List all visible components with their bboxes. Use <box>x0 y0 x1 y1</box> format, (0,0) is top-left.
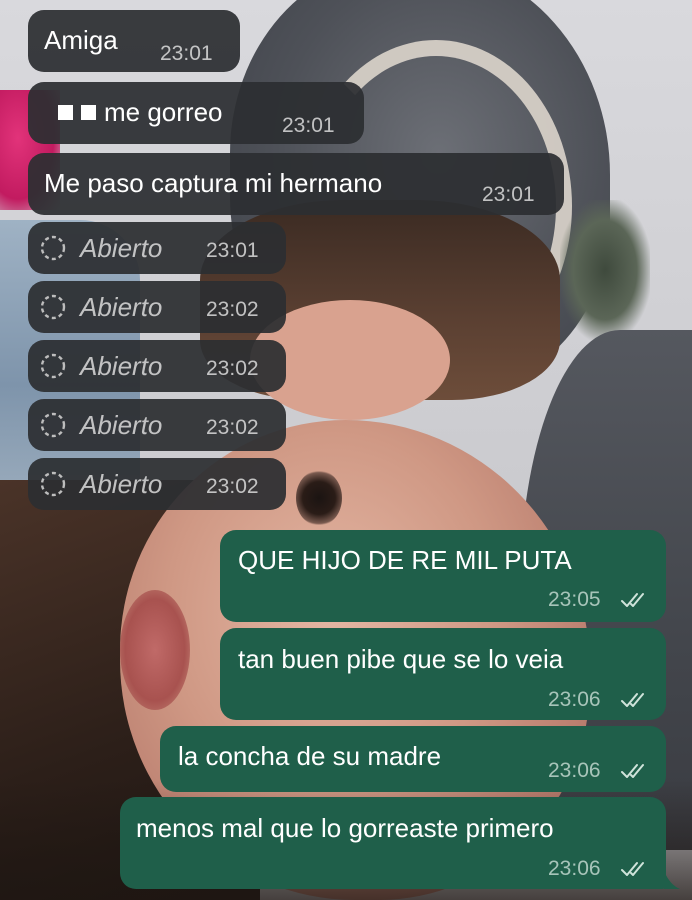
wallpaper-detail <box>296 470 342 526</box>
message-text: Abierto <box>80 469 163 499</box>
message-time: 23:06 <box>548 688 601 711</box>
message-time: 23:02 <box>206 475 259 498</box>
view-once-opened-bubble[interactable]: Abierto 23:01 <box>28 222 286 274</box>
view-once-icon <box>40 471 66 497</box>
message-time: 23:01 <box>282 114 335 137</box>
message-text: la concha de su madre <box>178 741 442 771</box>
message-text: tan buen pibe que se lo veia <box>238 644 564 674</box>
message-time: 23:02 <box>206 357 259 380</box>
message-bubble-outgoing[interactable]: QUE HIJO DE RE MIL PUTA 23:05 <box>220 530 666 622</box>
message-text: Me paso captura mi hermano <box>44 168 383 198</box>
square-emoji-icon <box>58 105 73 120</box>
message-text: Abierto <box>80 410 163 440</box>
double-check-read-icon <box>621 593 644 607</box>
message-time: 23:02 <box>206 298 259 321</box>
double-check-read-icon <box>621 693 644 707</box>
message-bubble-incoming[interactable]: Me paso captura mi hermano 23:01 <box>28 153 564 215</box>
message-text: menos mal que lo gorreaste primero <box>136 813 554 843</box>
double-check-read-icon <box>621 862 644 876</box>
message-text: Amiga <box>44 25 118 55</box>
message-time: 23:05 <box>548 588 601 611</box>
message-text: me gorreo <box>104 97 223 127</box>
message-time: 23:01 <box>206 239 259 262</box>
message-bubble-outgoing[interactable]: tan buen pibe que se lo veia 23:06 <box>220 628 666 720</box>
message-text: Abierto <box>80 351 163 381</box>
view-once-opened-bubble[interactable]: Abierto 23:02 <box>28 458 286 510</box>
double-check-read-icon <box>621 764 644 778</box>
wallpaper-detail <box>560 200 650 340</box>
chat-screen: Amiga 23:01 me gorreo 23:01 Me paso capt… <box>0 0 692 900</box>
view-once-icon <box>40 294 66 320</box>
message-text: Abierto <box>80 233 163 263</box>
message-text: Abierto <box>80 292 163 322</box>
view-once-opened-bubble[interactable]: Abierto 23:02 <box>28 399 286 451</box>
message-text: QUE HIJO DE RE MIL PUTA <box>238 545 572 575</box>
view-once-icon <box>40 412 66 438</box>
message-time: 23:01 <box>160 42 213 65</box>
view-once-icon <box>40 353 66 379</box>
bubble-tail <box>664 871 680 889</box>
message-time: 23:01 <box>482 183 535 206</box>
message-time: 23:02 <box>206 416 259 439</box>
message-bubble-incoming[interactable]: Amiga 23:01 <box>28 10 240 72</box>
message-bubble-incoming[interactable]: me gorreo 23:01 <box>28 82 364 144</box>
message-bubble-outgoing[interactable]: menos mal que lo gorreaste primero 23:06 <box>120 797 666 889</box>
message-time: 23:06 <box>548 857 601 880</box>
view-once-opened-bubble[interactable]: Abierto 23:02 <box>28 281 286 333</box>
view-once-opened-bubble[interactable]: Abierto 23:02 <box>28 340 286 392</box>
view-once-icon <box>40 235 66 261</box>
wallpaper-detail <box>120 590 190 710</box>
message-time: 23:06 <box>548 759 601 782</box>
message-bubble-outgoing[interactable]: la concha de su madre 23:06 <box>160 726 666 792</box>
square-emoji-icon <box>81 105 96 120</box>
